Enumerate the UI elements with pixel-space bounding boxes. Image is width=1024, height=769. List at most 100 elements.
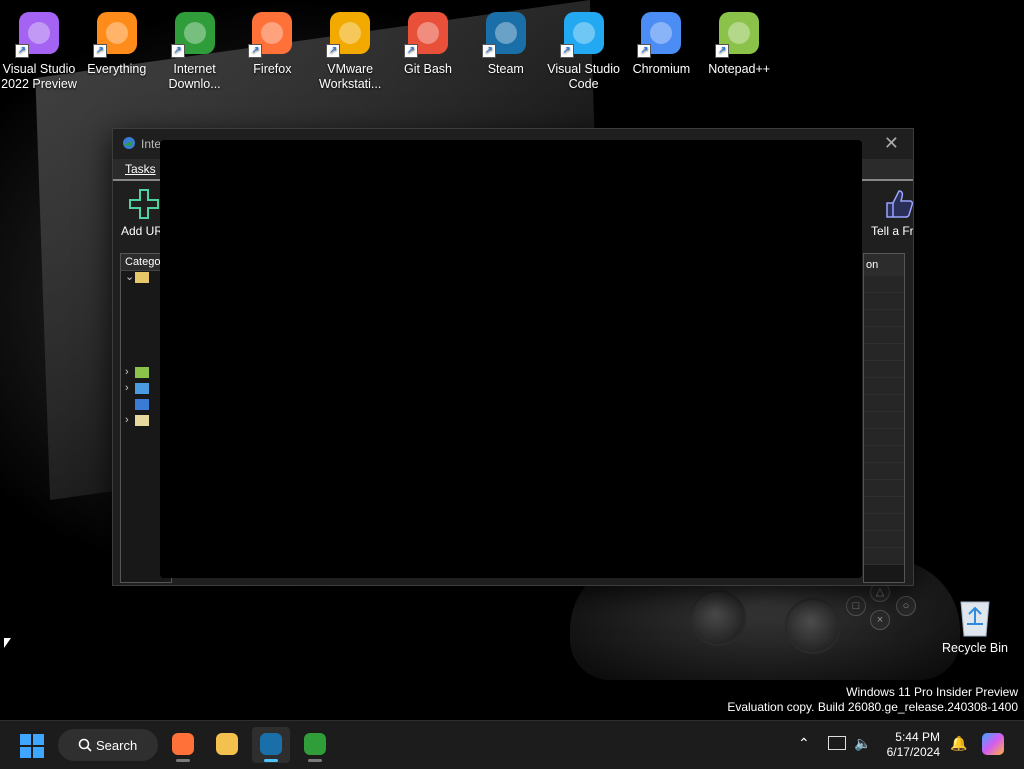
taskbar: Search ⌃ 🔈 5:44 PM 6/17/2024 🔔 [0,720,1024,769]
desktop-icon-vscode[interactable]: ↗ Visual Studio Code [545,4,623,92]
folder-queues-icon [135,414,149,426]
shortcut-arrow-icon: ↗ [715,44,730,58]
table-row[interactable] [864,480,904,497]
table-row[interactable] [864,293,904,310]
tree-item-grabber[interactable] [125,398,149,414]
tree-item-finished[interactable]: › [125,382,149,398]
desktop-icon-label: Everything [87,62,147,76]
folder-finished-icon [135,382,149,394]
mouse-pointer-icon [4,638,11,648]
notifications-bell-icon[interactable]: 🔔 [950,735,967,752]
desktop-icon-label: VMware Workstati... [319,62,382,91]
shortcut-arrow-icon: ↗ [481,44,496,58]
desktop-icon-label: Chromium [632,62,691,76]
table-row[interactable] [864,412,904,429]
volume-muted-icon[interactable]: 🔈 [854,735,871,752]
shortcut-arrow-icon: ↗ [92,44,107,58]
table-row[interactable] [864,276,904,293]
table-row[interactable] [864,514,904,531]
shortcut-arrow-icon: ↗ [326,44,341,58]
taskbar-app-idm[interactable] [296,727,334,763]
running-indicator [264,759,278,762]
running-indicator [176,759,190,762]
desktop-icon-label: Notepad++ [708,62,771,76]
gamepad-right-stick [785,598,841,654]
taskbar-clock[interactable]: 5:44 PM 6/17/2024 [884,730,940,760]
taskbar-app-steam[interactable] [252,727,290,763]
desktop-icon-label: Visual Studio 2022 Preview [1,62,77,91]
blank-overlay-window[interactable] [160,140,862,578]
desktop-icon-notepadpp[interactable]: ↗ Notepad++ [700,4,778,77]
menu-tasks[interactable]: Tasks [125,162,156,176]
tree-item-queues[interactable]: › [125,414,149,430]
grabber-icon [135,398,149,410]
firefox-icon: ↗ [246,8,298,60]
table-row[interactable] [864,395,904,412]
table-row[interactable] [864,463,904,480]
taskbar-app-explorer[interactable] [208,727,246,763]
table-row[interactable] [864,548,904,565]
table-row[interactable] [864,446,904,463]
table-row[interactable] [864,429,904,446]
table-row[interactable] [864,361,904,378]
table-row[interactable] [864,327,904,344]
clock-date: 6/17/2024 [886,745,940,759]
windows-evaluation-watermark: Windows 11 Pro Insider Preview Evaluatio… [727,685,1018,715]
internet-download-manager-icon [304,733,326,755]
shortcut-arrow-icon: ↗ [637,44,652,58]
chevron-down-icon[interactable]: ⌄ [125,270,135,283]
download-list[interactable]: on [863,253,905,583]
recycle-bin-label: Recycle Bin [942,641,1008,655]
desktop-icon-firefox[interactable]: ↗ Firefox [233,4,311,77]
list-column-header[interactable]: on [864,254,904,276]
download-list-rows [864,276,904,565]
copilot-preview-icon[interactable] [982,733,1004,755]
table-row[interactable] [864,497,904,514]
chevron-up-icon[interactable]: ⌃ [798,735,810,752]
steam-icon [260,733,282,755]
display-icon[interactable] [828,736,846,750]
table-row[interactable] [864,310,904,327]
table-row[interactable] [864,344,904,361]
desktop-icon-steam[interactable]: ↗ Steam [467,4,545,77]
desktop-icon-chromium[interactable]: ↗ Chromium [622,4,700,77]
desktop-icon-everything[interactable]: ↗ Everything [78,4,156,77]
vscode-icon: ↗ [558,8,610,60]
gamepad-left-stick [690,590,746,646]
desktop-icon-gitbash[interactable]: ↗ Git Bash [389,4,467,77]
shortcut-arrow-icon: ↗ [559,44,574,58]
desktop-icon-label: Visual Studio Code [547,62,620,91]
steam-icon: ↗ [480,8,532,60]
table-row[interactable] [864,378,904,395]
close-icon[interactable]: ✕ [884,133,899,154]
tree-item-all-downloads[interactable]: ⌄ [125,270,149,286]
chevron-right-icon[interactable]: › [125,366,135,378]
watermark-edition: Windows 11 Pro Insider Preview [846,685,1018,699]
table-row[interactable] [864,531,904,548]
system-tray: ⌃ 🔈 5:44 PM 6/17/2024 🔔 [790,721,1024,769]
search-icon [78,738,92,752]
running-indicator [308,759,322,762]
watermark-build: Evaluation copy. Build 26080.ge_release.… [727,700,1018,714]
desktop-icon-vmware[interactable]: ↗ VMware Workstati... [311,4,389,92]
tree-item-unfinished[interactable]: › [125,366,149,382]
chevron-right-icon[interactable]: › [125,382,135,394]
visual-studio-preview-icon: ↗ [13,8,65,60]
file-explorer-icon [216,733,238,755]
desktop-icon-label: Steam [487,62,524,76]
notepad-plus-plus-icon: ↗ [713,8,765,60]
gamepad-square-button: □ [846,596,866,616]
folder-unfinished-icon [135,366,149,378]
tell-a-friend-button[interactable]: Tell a Fr [871,187,913,238]
chevron-right-icon[interactable]: › [125,414,135,426]
taskbar-app-firefox[interactable] [164,727,202,763]
recycle-bin-icon [960,601,990,637]
desktop-icon-vs2022[interactable]: ↗ Visual Studio 2022 Preview [0,4,78,92]
start-button[interactable] [20,734,44,758]
desktop-icon-recycle-bin[interactable]: Recycle Bin [940,596,1010,655]
taskbar-search[interactable]: Search [58,729,158,761]
desktop-icon-label: Firefox [253,62,292,76]
desktop-icon-label: Internet Downlo... [168,62,221,91]
desktop-icon-idm[interactable]: ↗ Internet Downlo... [156,4,234,92]
shortcut-arrow-icon: ↗ [15,44,29,58]
